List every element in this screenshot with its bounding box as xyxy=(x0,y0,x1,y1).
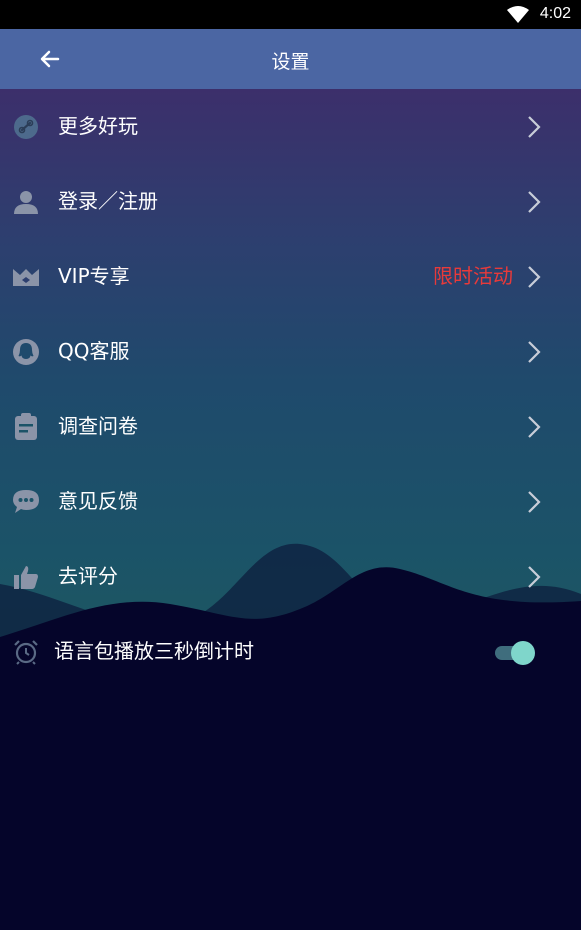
toggle-knob xyxy=(511,641,535,665)
page-title: 设置 xyxy=(271,51,310,73)
menu-item-label: VIP专享 xyxy=(58,264,130,288)
menu-item-qq-service[interactable]: QQ客服 xyxy=(0,314,581,389)
chevron-right-icon xyxy=(527,565,541,593)
chevron-right-icon xyxy=(527,415,541,443)
link-icon xyxy=(12,113,40,141)
menu-item-feedback[interactable]: 意见反馈 xyxy=(0,464,581,539)
menu-item-more-fun[interactable]: 更多好玩 xyxy=(0,89,581,164)
menu-item-label: 更多好玩 xyxy=(58,114,138,138)
settings-list: 更多好玩 登录／注册 VIP专享 限时活动 QQ客服 调查问卷 意见反馈 去评分… xyxy=(0,89,581,930)
qq-icon xyxy=(12,338,40,366)
chevron-right-icon xyxy=(527,340,541,368)
limited-event-badge: 限时活动 xyxy=(433,264,513,288)
menu-item-survey[interactable]: 调查问卷 xyxy=(0,389,581,464)
status-bar: 4:02 xyxy=(0,0,581,29)
menu-item-login-register[interactable]: 登录／注册 xyxy=(0,164,581,239)
chevron-right-icon xyxy=(527,265,541,293)
menu-item-label: 意见反馈 xyxy=(58,489,138,513)
crown-icon xyxy=(12,263,40,291)
countdown-setting-row: 语言包播放三秒倒计时 xyxy=(0,614,581,689)
chat-icon xyxy=(12,488,40,516)
chevron-right-icon xyxy=(527,490,541,518)
wifi-icon xyxy=(507,6,529,28)
app-bar: 设置 xyxy=(0,29,581,89)
menu-item-label: 调查问卷 xyxy=(58,414,138,438)
menu-item-label: 登录／注册 xyxy=(58,189,158,213)
status-time: 4:02 xyxy=(539,5,571,22)
countdown-toggle[interactable] xyxy=(495,641,535,665)
menu-item-vip[interactable]: VIP专享 限时活动 xyxy=(0,239,581,314)
menu-item-label: 去评分 xyxy=(58,564,118,588)
alarm-icon xyxy=(12,638,40,666)
user-icon xyxy=(12,188,40,216)
menu-item-label: QQ客服 xyxy=(58,339,130,363)
thumbs-up-icon xyxy=(12,563,40,591)
clipboard-icon xyxy=(12,413,40,441)
countdown-setting-label: 语言包播放三秒倒计时 xyxy=(54,639,254,663)
menu-item-rate[interactable]: 去评分 xyxy=(0,539,581,614)
chevron-right-icon xyxy=(527,115,541,143)
chevron-right-icon xyxy=(527,190,541,218)
